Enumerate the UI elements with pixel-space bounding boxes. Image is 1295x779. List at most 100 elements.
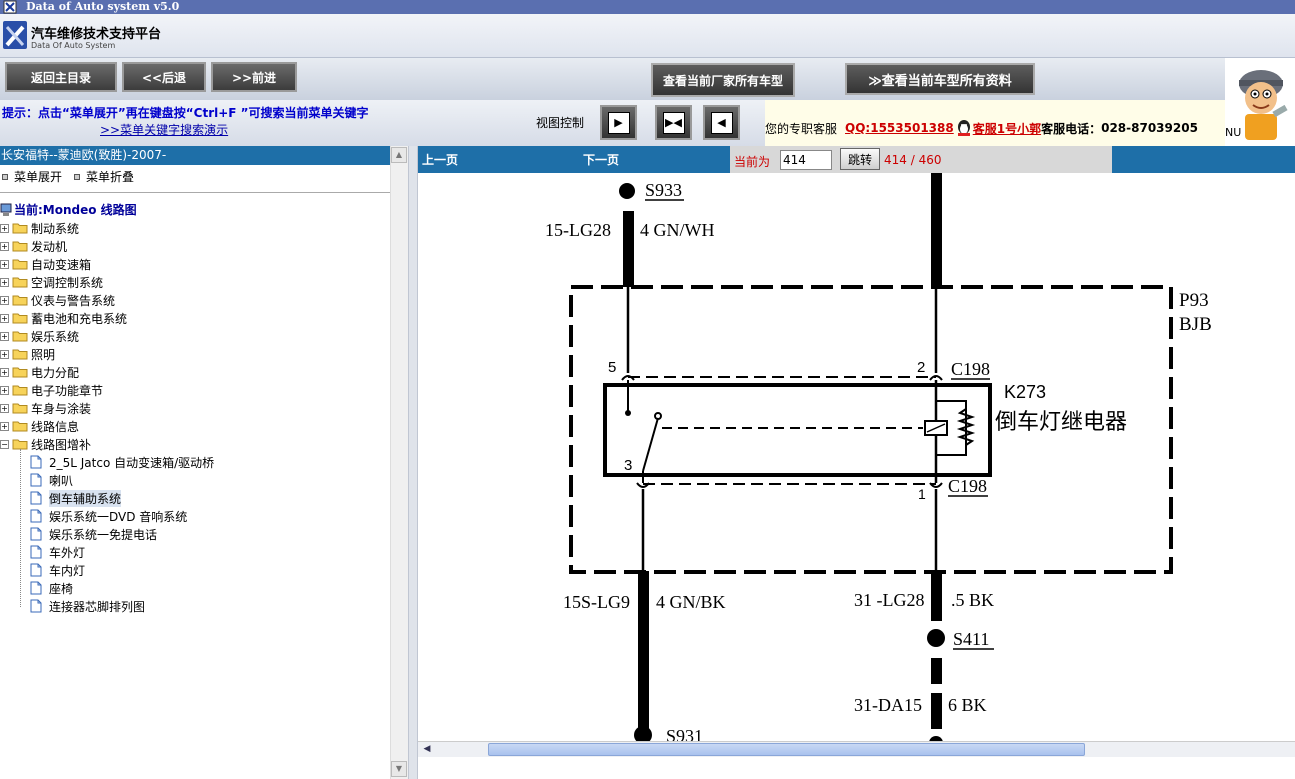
tree-page[interactable]: 喇叭 [30, 471, 73, 489]
tree-page[interactable]: 娱乐系统一DVD 音响系统 [30, 507, 187, 525]
expand-icon[interactable]: + [0, 349, 9, 359]
wire-lower-right-spec: 6 BK [948, 695, 987, 715]
pin-3: 3 [624, 457, 632, 474]
expand-icon[interactable]: + [0, 277, 9, 287]
menu-expand-link[interactable]: 菜单展开 [14, 168, 62, 185]
diagram-horizontal-scrollbar[interactable]: ◀ [418, 741, 1295, 757]
all-data-label: ≫查看当前车型所有资料 [868, 73, 1012, 89]
jump-button[interactable]: 跳转 [840, 148, 880, 170]
tree-folder[interactable]: + 空调控制系统 [0, 273, 103, 291]
menu-vertical-scrollbar[interactable]: ▲ ▼ [390, 146, 408, 779]
all-models-button[interactable]: 查看当前厂家所有车型 [651, 63, 795, 97]
tree-folder-label: 空调控制系统 [31, 275, 104, 290]
qq-penguin-icon[interactable] [955, 119, 973, 137]
tree-folder[interactable]: + 制动系统 [0, 219, 79, 237]
scroll-up-arrow-icon[interactable]: ▲ [391, 147, 407, 163]
app-name: 汽车维修技术支持平台 [31, 27, 162, 42]
prev-page-link[interactable]: 上一页 [422, 151, 458, 168]
tree-folder[interactable]: + 电子功能章节 [0, 381, 103, 399]
tree-page[interactable]: 2_5L Jatco 自动变速箱/驱动桥 [30, 453, 214, 471]
folder-icon [12, 421, 28, 432]
vehicle-title: 长安福特--蒙迪欧(致胜)-2007- [0, 146, 390, 165]
splice-dot-s411 [927, 629, 945, 647]
back-button[interactable]: <<后退 [122, 62, 206, 92]
tree-folder-label: 照明 [31, 347, 56, 362]
view-expand-right-button[interactable]: ▶ [600, 105, 637, 140]
scroll-down-arrow-icon[interactable]: ▼ [391, 761, 407, 777]
menu-divider [0, 192, 390, 193]
menu-controls: 菜单展开 菜单折叠 [0, 168, 134, 185]
scroll-left-arrow-icon[interactable]: ◀ [420, 743, 434, 756]
service-label: 您的专职客服 [765, 121, 838, 136]
panel-splitter[interactable] [408, 146, 418, 779]
page-count: 414 / 460 [884, 153, 942, 167]
expand-icon[interactable]: + [0, 403, 9, 413]
collapse-icon[interactable]: − [0, 439, 9, 449]
qq-link[interactable]: QQ:1553501388 [845, 121, 954, 135]
tree-page[interactable]: 车外灯 [30, 543, 85, 561]
tree-page[interactable]: 车内灯 [30, 561, 85, 579]
arrows-split-icon: ▶◀ [662, 111, 685, 134]
tree-folder-label: 自动变速箱 [31, 257, 92, 272]
page-icon [30, 527, 42, 541]
tree-folder[interactable]: + 蓄电池和充电系统 [0, 309, 127, 327]
tree-folder[interactable]: + 仪表与警告系统 [0, 291, 115, 309]
collapse-square-icon [74, 173, 81, 180]
tree-folder[interactable]: + 电力分配 [0, 363, 79, 381]
next-page-link[interactable]: 下一页 [583, 151, 619, 168]
tree-folder-label: 电子功能章节 [31, 383, 104, 398]
menu-collapse-link[interactable]: 菜单折叠 [86, 168, 134, 185]
folder-icon [12, 385, 28, 396]
tree-page[interactable]: 座椅 [30, 579, 73, 597]
wire-top-left-code: 15-LG28 [545, 220, 611, 240]
scroll-thumb[interactable] [488, 743, 1085, 756]
expand-icon[interactable]: + [0, 223, 9, 233]
box-name: BJB [1179, 314, 1212, 335]
page-number-input[interactable] [780, 150, 832, 170]
folder-icon [12, 367, 28, 378]
expand-icon[interactable]: + [0, 385, 9, 395]
page-jump-panel: 当前为 跳转 414 / 460 [730, 146, 1112, 173]
expand-icon[interactable]: + [0, 241, 9, 251]
expand-square-icon [2, 173, 8, 180]
tree-page[interactable]: 连接器芯脚排列图 [30, 597, 145, 615]
tree-folder[interactable]: + 照明 [0, 345, 55, 363]
expand-icon[interactable]: + [0, 367, 9, 377]
page-icon [30, 599, 42, 613]
tree-folder[interactable]: + 车身与涂装 [0, 399, 91, 417]
forward-button[interactable]: >>前进 [211, 62, 297, 92]
agent-link[interactable]: 客服1号小郭 [973, 120, 1041, 137]
tree-page[interactable]: 娱乐系统一免提电话 [30, 525, 157, 543]
expand-icon[interactable]: + [0, 295, 9, 305]
tree-page[interactable]: 倒车辅助系统 [30, 489, 122, 507]
splice-dot-s933 [619, 183, 635, 199]
tree-folder[interactable]: + 发动机 [0, 237, 67, 255]
toolbar: 返回主目录 <<后退 >>前进 查看当前厂家所有车型 ≫查看当前车型所有资料 [0, 58, 1225, 100]
tree-folder-label: 线路信息 [31, 419, 80, 434]
tree-folder[interactable]: + 线路信息 [0, 417, 79, 435]
tree-folder[interactable]: + 自动变速箱 [0, 255, 91, 273]
current-node[interactable]: 当前:Mondeo 线路图 [0, 201, 137, 218]
expand-icon[interactable]: + [0, 313, 9, 323]
tree-page-label: 连接器芯脚排列图 [49, 599, 146, 614]
wire-lower-right-code: 31-DA15 [854, 695, 922, 715]
page-icon [30, 473, 42, 487]
app-header: 汽车维修技术支持平台 Data Of Auto System [0, 14, 1295, 58]
search-demo-link[interactable]: >>菜单关键字搜索演示 [100, 121, 228, 138]
pin-1: 1 [918, 486, 926, 502]
tree-page-label: 喇叭 [49, 473, 74, 488]
view-split-button[interactable]: ▶◀ [655, 105, 692, 140]
folder-icon [12, 295, 28, 306]
page-icon [30, 563, 42, 577]
tree-folder[interactable]: − 线路图增补 [0, 435, 91, 453]
tree-page-label: 车内灯 [49, 563, 86, 578]
view-expand-left-button[interactable]: ◀ [703, 105, 740, 140]
wire-bottom-right [931, 571, 942, 621]
all-data-button[interactable]: ≫查看当前车型所有资料 [845, 63, 1035, 95]
expand-icon[interactable]: + [0, 421, 9, 431]
expand-icon[interactable]: + [0, 259, 9, 269]
expand-icon[interactable]: + [0, 331, 9, 341]
tree-folder[interactable]: + 娱乐系统 [0, 327, 79, 345]
splice-s931-label: S931 [666, 726, 703, 741]
home-button[interactable]: 返回主目录 [5, 62, 117, 92]
